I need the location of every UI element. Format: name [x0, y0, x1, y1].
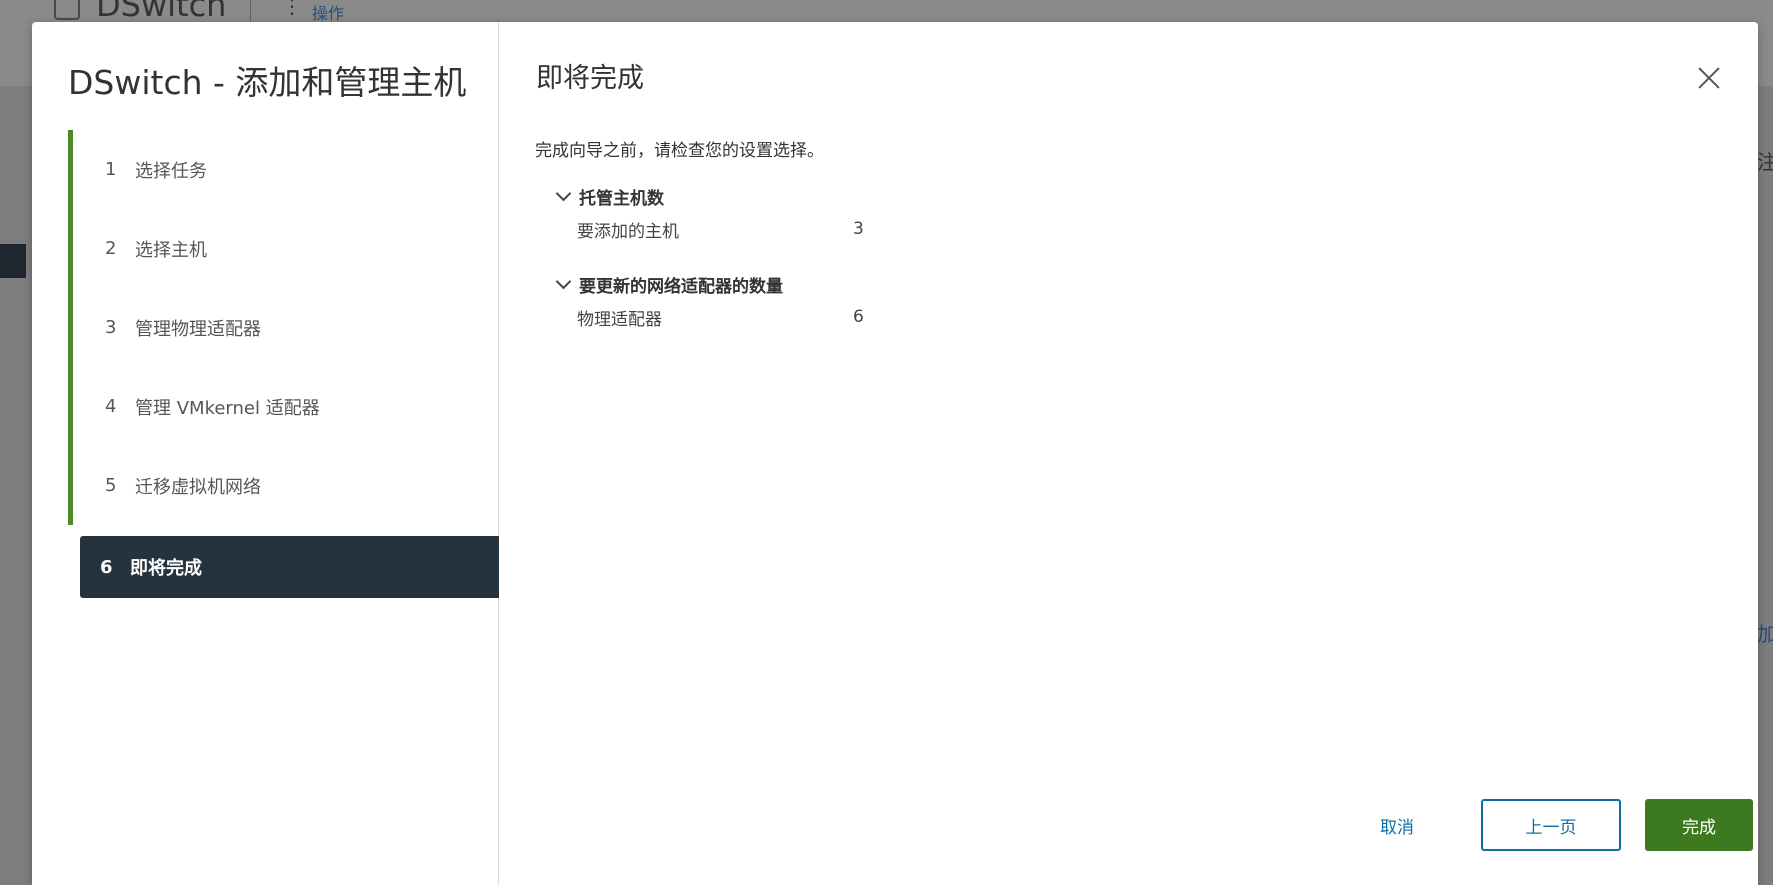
chevron-down-icon: [555, 273, 572, 289]
step-label: 选择主机: [135, 239, 207, 261]
step-number: 3: [105, 317, 117, 338]
step-label: 选择任务: [135, 160, 207, 182]
step-number: 1: [105, 159, 117, 180]
wizard-title: DSwitch - 添加和管理主机: [68, 63, 467, 102]
cancel-button[interactable]: 取消: [1357, 799, 1437, 851]
background-text: 注: [1757, 150, 1773, 174]
row-key: 要添加的主机: [577, 221, 679, 242]
step-4[interactable]: 4 管理 VMkernel 适配器: [68, 367, 499, 446]
step-number: 6: [100, 556, 113, 578]
row-key: 物理适配器: [577, 309, 662, 330]
page-title: 即将完成: [536, 63, 644, 94]
close-icon[interactable]: [1692, 62, 1726, 96]
back-button[interactable]: 上一页: [1481, 799, 1621, 851]
step-1[interactable]: 1 选择任务: [68, 130, 499, 209]
switch-icon: [54, 0, 80, 20]
step-label: 迁移虚拟机网络: [135, 476, 261, 498]
chevron-down-icon: [555, 185, 572, 201]
actions-menu[interactable]: 操作: [312, 0, 344, 24]
step-number: 2: [105, 238, 117, 259]
step-number: 4: [105, 396, 117, 417]
step-list: 1 选择任务 2 选择主机 3 管理物理适配器 4 管理 VMkernel 适配…: [68, 130, 499, 598]
step-2[interactable]: 2 选择主机: [68, 209, 499, 288]
step-label: 管理物理适配器: [135, 318, 261, 340]
step-number: 5: [105, 475, 117, 496]
wizard-dialog: DSwitch - 添加和管理主机 1 选择任务 2 选择主机 3 管理物理适配…: [32, 22, 1758, 885]
summary-section-hosts: 托管主机数 要添加的主机 3: [554, 182, 954, 248]
kebab-icon[interactable]: ⋮: [282, 0, 302, 16]
summary-row: 要添加的主机 3: [554, 210, 954, 248]
step-label: 即将完成: [130, 558, 202, 579]
section-toggle[interactable]: 托管主机数: [554, 182, 954, 210]
step-3[interactable]: 3 管理物理适配器: [68, 288, 499, 367]
row-value: 6: [853, 307, 864, 327]
step-6-active[interactable]: 6 即将完成: [80, 536, 499, 598]
intro-text: 完成向导之前，请检查您的设置选择。: [535, 141, 824, 161]
section-title: 要更新的网络适配器的数量: [579, 276, 783, 297]
background-link: 加: [1757, 622, 1773, 646]
step-label: 管理 VMkernel 适配器: [135, 397, 320, 419]
summary-section-adapters: 要更新的网络适配器的数量 物理适配器 6: [554, 270, 954, 336]
finish-button[interactable]: 完成: [1645, 799, 1753, 851]
row-value: 3: [853, 219, 864, 239]
summary-row: 物理适配器 6: [554, 298, 954, 336]
background-title: DSwitch: [96, 0, 227, 24]
section-title: 托管主机数: [579, 188, 664, 209]
background-nav-selected: [0, 244, 26, 278]
divider: [250, 0, 251, 24]
step-5[interactable]: 5 迁移虚拟机网络: [68, 446, 499, 525]
section-toggle[interactable]: 要更新的网络适配器的数量: [554, 270, 954, 298]
wizard-steps-pane: DSwitch - 添加和管理主机 1 选择任务 2 选择主机 3 管理物理适配…: [32, 22, 499, 885]
